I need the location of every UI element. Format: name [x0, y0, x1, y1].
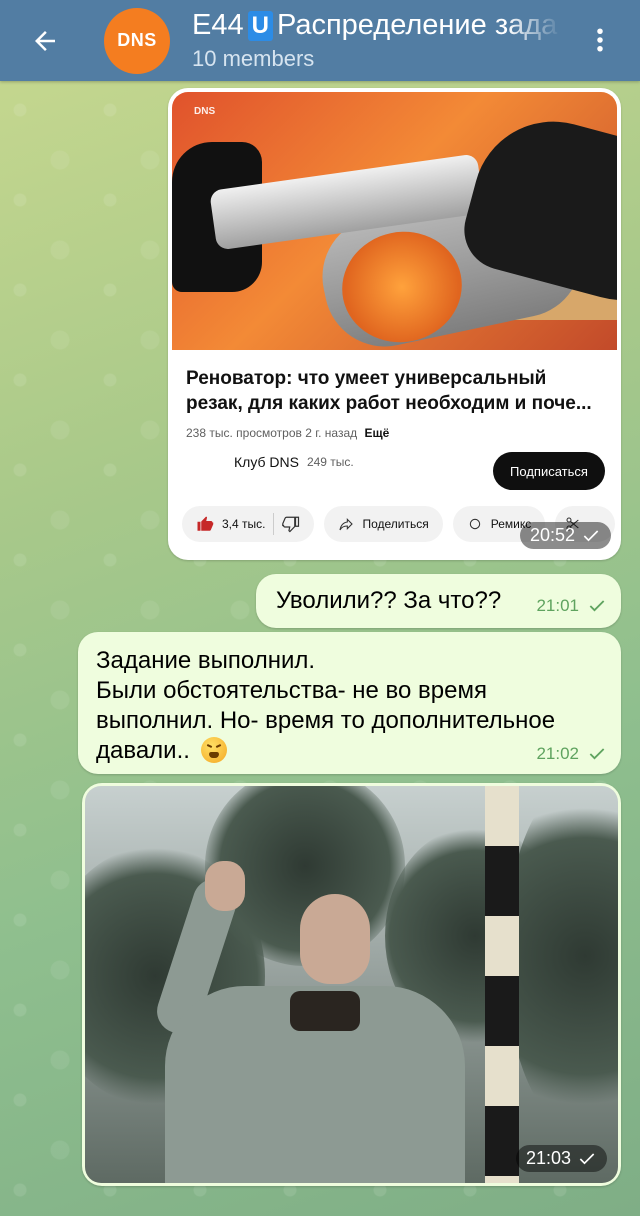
message-meta: 21:02 — [536, 744, 607, 764]
chat-header: DNS E44 U Распределение зада 10 members — [0, 0, 640, 81]
message-line-text: давали.. — [96, 737, 190, 764]
read-check-icon — [589, 748, 605, 760]
video-title[interactable]: Реноватор: что умеет универсальный резак… — [186, 366, 603, 416]
message-time: 21:01 — [536, 596, 579, 615]
message-line: давали.. — [96, 736, 603, 766]
message-line: выполнил. Но- время то дополнительное — [96, 707, 556, 734]
message-time: 21:03 — [525, 1148, 571, 1168]
channel-row[interactable]: Клуб DNS 249 тыс. — [234, 454, 354, 470]
more-menu-button[interactable] — [582, 22, 618, 58]
photo-image[interactable] — [85, 786, 618, 1183]
chat-title-area[interactable]: E44 U Распределение зада 10 members — [192, 9, 562, 72]
chat-title: E44 U Распределение зада — [192, 9, 562, 42]
message-time: 21:02 — [536, 744, 579, 763]
photo-message[interactable]: 21:03 — [82, 783, 621, 1186]
share-label: Поделиться — [362, 517, 429, 531]
message-bubble[interactable]: Задание выполнил. Были обстоятельства- н… — [78, 632, 621, 774]
message-text: Задание выполнил. Были обстоятельства- н… — [96, 646, 603, 766]
message-meta: 21:01 — [536, 596, 607, 616]
chat-title-rest: Распределение зада — [276, 9, 558, 41]
message-bubble[interactable]: Уволили?? За что?? 21:01 — [256, 574, 621, 628]
chat-title-badge: U — [247, 10, 273, 41]
chat-title-prefix: E44 — [192, 9, 244, 41]
message-time-overlay: 20:52 — [519, 522, 611, 549]
avatar-text: DNS — [117, 30, 157, 50]
read-check-icon — [579, 1152, 595, 1164]
channel-name: Клуб DNS — [234, 454, 299, 470]
subscriber-count: 249 тыс. — [306, 455, 354, 469]
message-text: Уволили?? За что?? — [276, 587, 502, 614]
like-count: 3,4 тыс. — [222, 517, 266, 531]
share-button[interactable]: Поделиться — [324, 506, 443, 542]
message-line: Были обстоятельства- не во время — [96, 677, 487, 704]
tired-face-emoji-icon — [200, 737, 227, 763]
video-more-link[interactable]: Ещё — [365, 426, 390, 440]
video-age: 2 г. назад — [305, 426, 358, 440]
message-line: Задание выполнил. — [96, 647, 316, 674]
read-check-icon — [589, 600, 605, 612]
video-views: 238 тыс. просмотров — [186, 426, 302, 440]
share-icon — [339, 518, 354, 531]
subscribe-button[interactable]: Подписаться — [493, 452, 605, 490]
message-time: 20:52 — [529, 525, 575, 545]
member-count: 10 members — [192, 46, 315, 71]
chat-avatar[interactable]: DNS — [104, 7, 170, 74]
remix-icon — [469, 518, 480, 530]
arrow-left-icon — [35, 30, 55, 51]
message-time-overlay: 21:03 — [515, 1145, 607, 1172]
video-meta: 238 тыс. просмотров 2 г. назад Ещё — [186, 426, 603, 440]
more-vertical-icon — [597, 28, 603, 52]
like-dislike-pill[interactable]: 3,4 тыс. — [182, 506, 315, 542]
thumbs-up-icon — [197, 516, 214, 531]
thumbs-down-icon[interactable] — [282, 515, 300, 533]
back-button[interactable] — [0, 0, 90, 81]
youtube-preview-message[interactable]: DNS Реноватор: что умеет универсальный р… — [168, 88, 621, 560]
read-check-icon — [583, 529, 599, 541]
video-thumbnail[interactable]: DNS — [172, 92, 617, 350]
thumbnail-logo: DNS — [194, 106, 216, 117]
